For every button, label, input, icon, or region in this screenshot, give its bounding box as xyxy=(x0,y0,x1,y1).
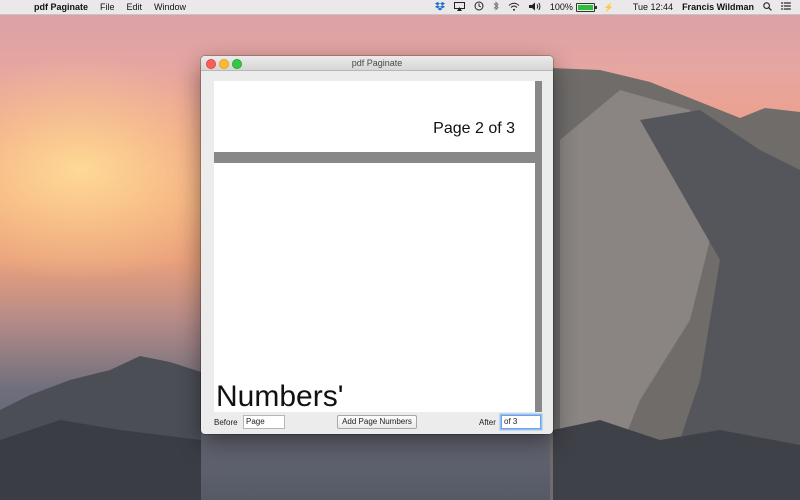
controls-bar: Before Page Add Page Numbers After of 3 xyxy=(201,412,553,434)
bluetooth-icon[interactable] xyxy=(493,1,499,13)
page-body-text: e Numbers' xyxy=(214,380,344,412)
clock[interactable]: Tue 12:44 xyxy=(633,2,673,12)
pdf-preview[interactable]: Page 2 of 3 e Numbers' xyxy=(214,81,542,412)
before-label: Before xyxy=(214,418,238,427)
menu-file[interactable]: File xyxy=(100,2,115,12)
pdf-page-preview: e Numbers' xyxy=(214,163,535,412)
notification-center-icon[interactable] xyxy=(781,2,791,12)
window-title: pdf Paginate xyxy=(351,58,403,68)
time-machine-icon[interactable] xyxy=(474,1,484,13)
volume-icon[interactable] xyxy=(528,2,541,13)
wifi-icon[interactable] xyxy=(508,2,520,13)
dropbox-icon[interactable] xyxy=(434,1,445,13)
before-text-field[interactable]: Page xyxy=(243,415,285,429)
user-name[interactable]: Francis Wildman xyxy=(682,2,754,12)
menu-bar: pdf Paginate File Edit Window 100% ⚡ Tue… xyxy=(0,0,800,15)
after-label: After xyxy=(479,418,496,427)
battery-icon[interactable]: ⚡ xyxy=(575,2,623,13)
spotlight-search-icon[interactable] xyxy=(763,1,772,13)
page-number-label: Page 2 of 3 xyxy=(433,120,515,137)
battery-percent: 100% xyxy=(549,2,573,12)
after-text-field[interactable]: of 3 xyxy=(501,415,541,429)
add-page-numbers-button[interactable]: Add Page Numbers xyxy=(337,415,417,429)
pdf-page-preview: Page 2 of 3 xyxy=(214,81,535,152)
menu-window[interactable]: Window xyxy=(154,2,186,12)
window-titlebar[interactable]: pdf Paginate xyxy=(201,56,553,71)
menu-app-name[interactable]: pdf Paginate xyxy=(34,2,88,12)
airplay-icon[interactable] xyxy=(453,1,465,13)
menu-edit[interactable]: Edit xyxy=(127,2,143,12)
app-window: pdf Paginate Page 2 of 3 e Numbers' Befo… xyxy=(201,56,553,434)
